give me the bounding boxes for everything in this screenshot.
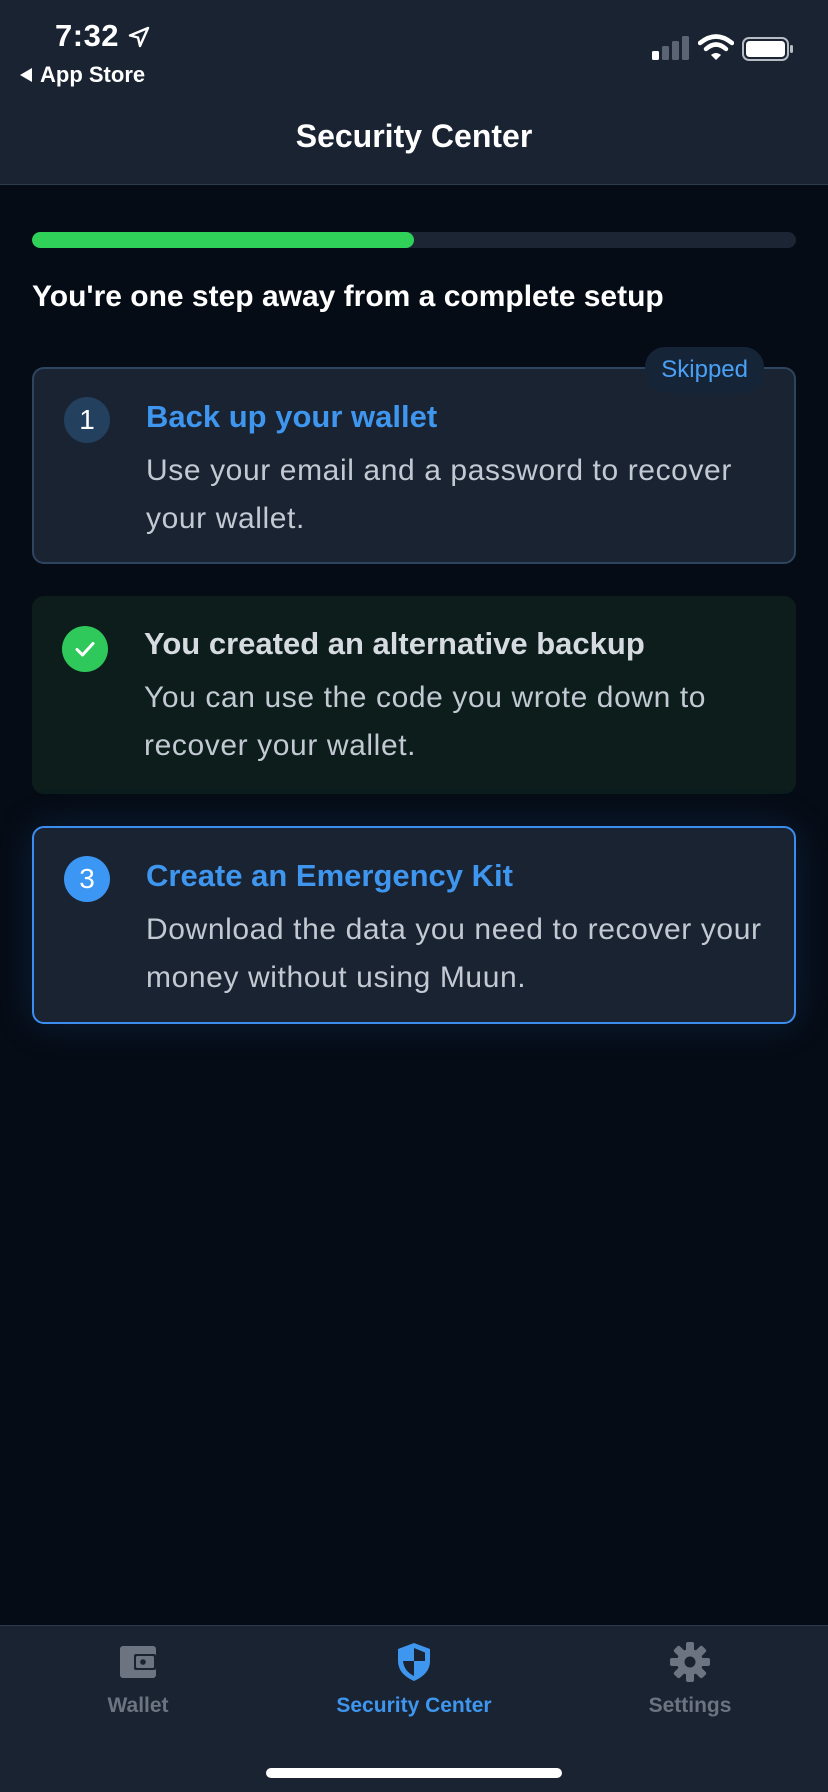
top-bar: 7:32 App Store Security Center (0, 0, 828, 185)
security-center-screen: 7:32 App Store Security Center You're on… (0, 0, 828, 1792)
step-title: Create an Emergency Kit (146, 858, 513, 893)
setup-progress-bar (32, 232, 796, 248)
tab-label: Security Center (336, 1694, 492, 1717)
home-indicator[interactable] (266, 1768, 562, 1778)
battery-icon (742, 37, 793, 61)
step-card-backup-wallet[interactable]: Skipped 1 Back up your wallet Use your e… (32, 347, 796, 564)
step-title: You created an alternative backup (144, 626, 645, 661)
page-title: Security Center (295, 118, 533, 154)
tab-label: Settings (648, 1694, 732, 1717)
shield-icon (398, 1643, 430, 1681)
setup-headline: You're one step away from a complete set… (32, 280, 664, 313)
step-card-emergency-kit[interactable]: 3 Create an Emergency Kit Download the d… (32, 826, 796, 1024)
step-number-badge: 3 (64, 856, 110, 902)
tab-settings[interactable]: Settings (552, 1640, 828, 1718)
tab-wallet[interactable]: Wallet (0, 1640, 276, 1718)
step-description: Use your email and a password to recover… (146, 454, 732, 535)
tab-label: Wallet (107, 1694, 169, 1717)
step-number-badge: 1 (64, 397, 110, 443)
setup-progress-fill (32, 232, 414, 248)
step-card-alternative-backup[interactable]: You created an alternative backup You ca… (32, 596, 796, 794)
location-arrow-icon (128, 26, 150, 48)
step-description: You can use the code you wrote down to r… (144, 681, 707, 762)
tab-security-center[interactable]: Security Center (276, 1640, 552, 1718)
skipped-badge: Skipped (645, 347, 764, 393)
back-to-app-store[interactable]: App Store (20, 62, 145, 88)
gear-icon (670, 1642, 710, 1682)
step-description: Download the data you need to recover yo… (146, 913, 762, 994)
cellular-signal-icon (652, 36, 689, 60)
wallet-icon (120, 1646, 156, 1678)
status-time: 7:32 (55, 18, 120, 53)
step-title: Back up your wallet (146, 399, 438, 434)
check-icon (62, 626, 108, 672)
back-triangle-icon (20, 68, 32, 82)
back-app-label: App Store (40, 62, 146, 87)
bottom-tab-bar: Wallet Security Center Settings (0, 1625, 828, 1792)
wifi-icon (698, 34, 734, 60)
